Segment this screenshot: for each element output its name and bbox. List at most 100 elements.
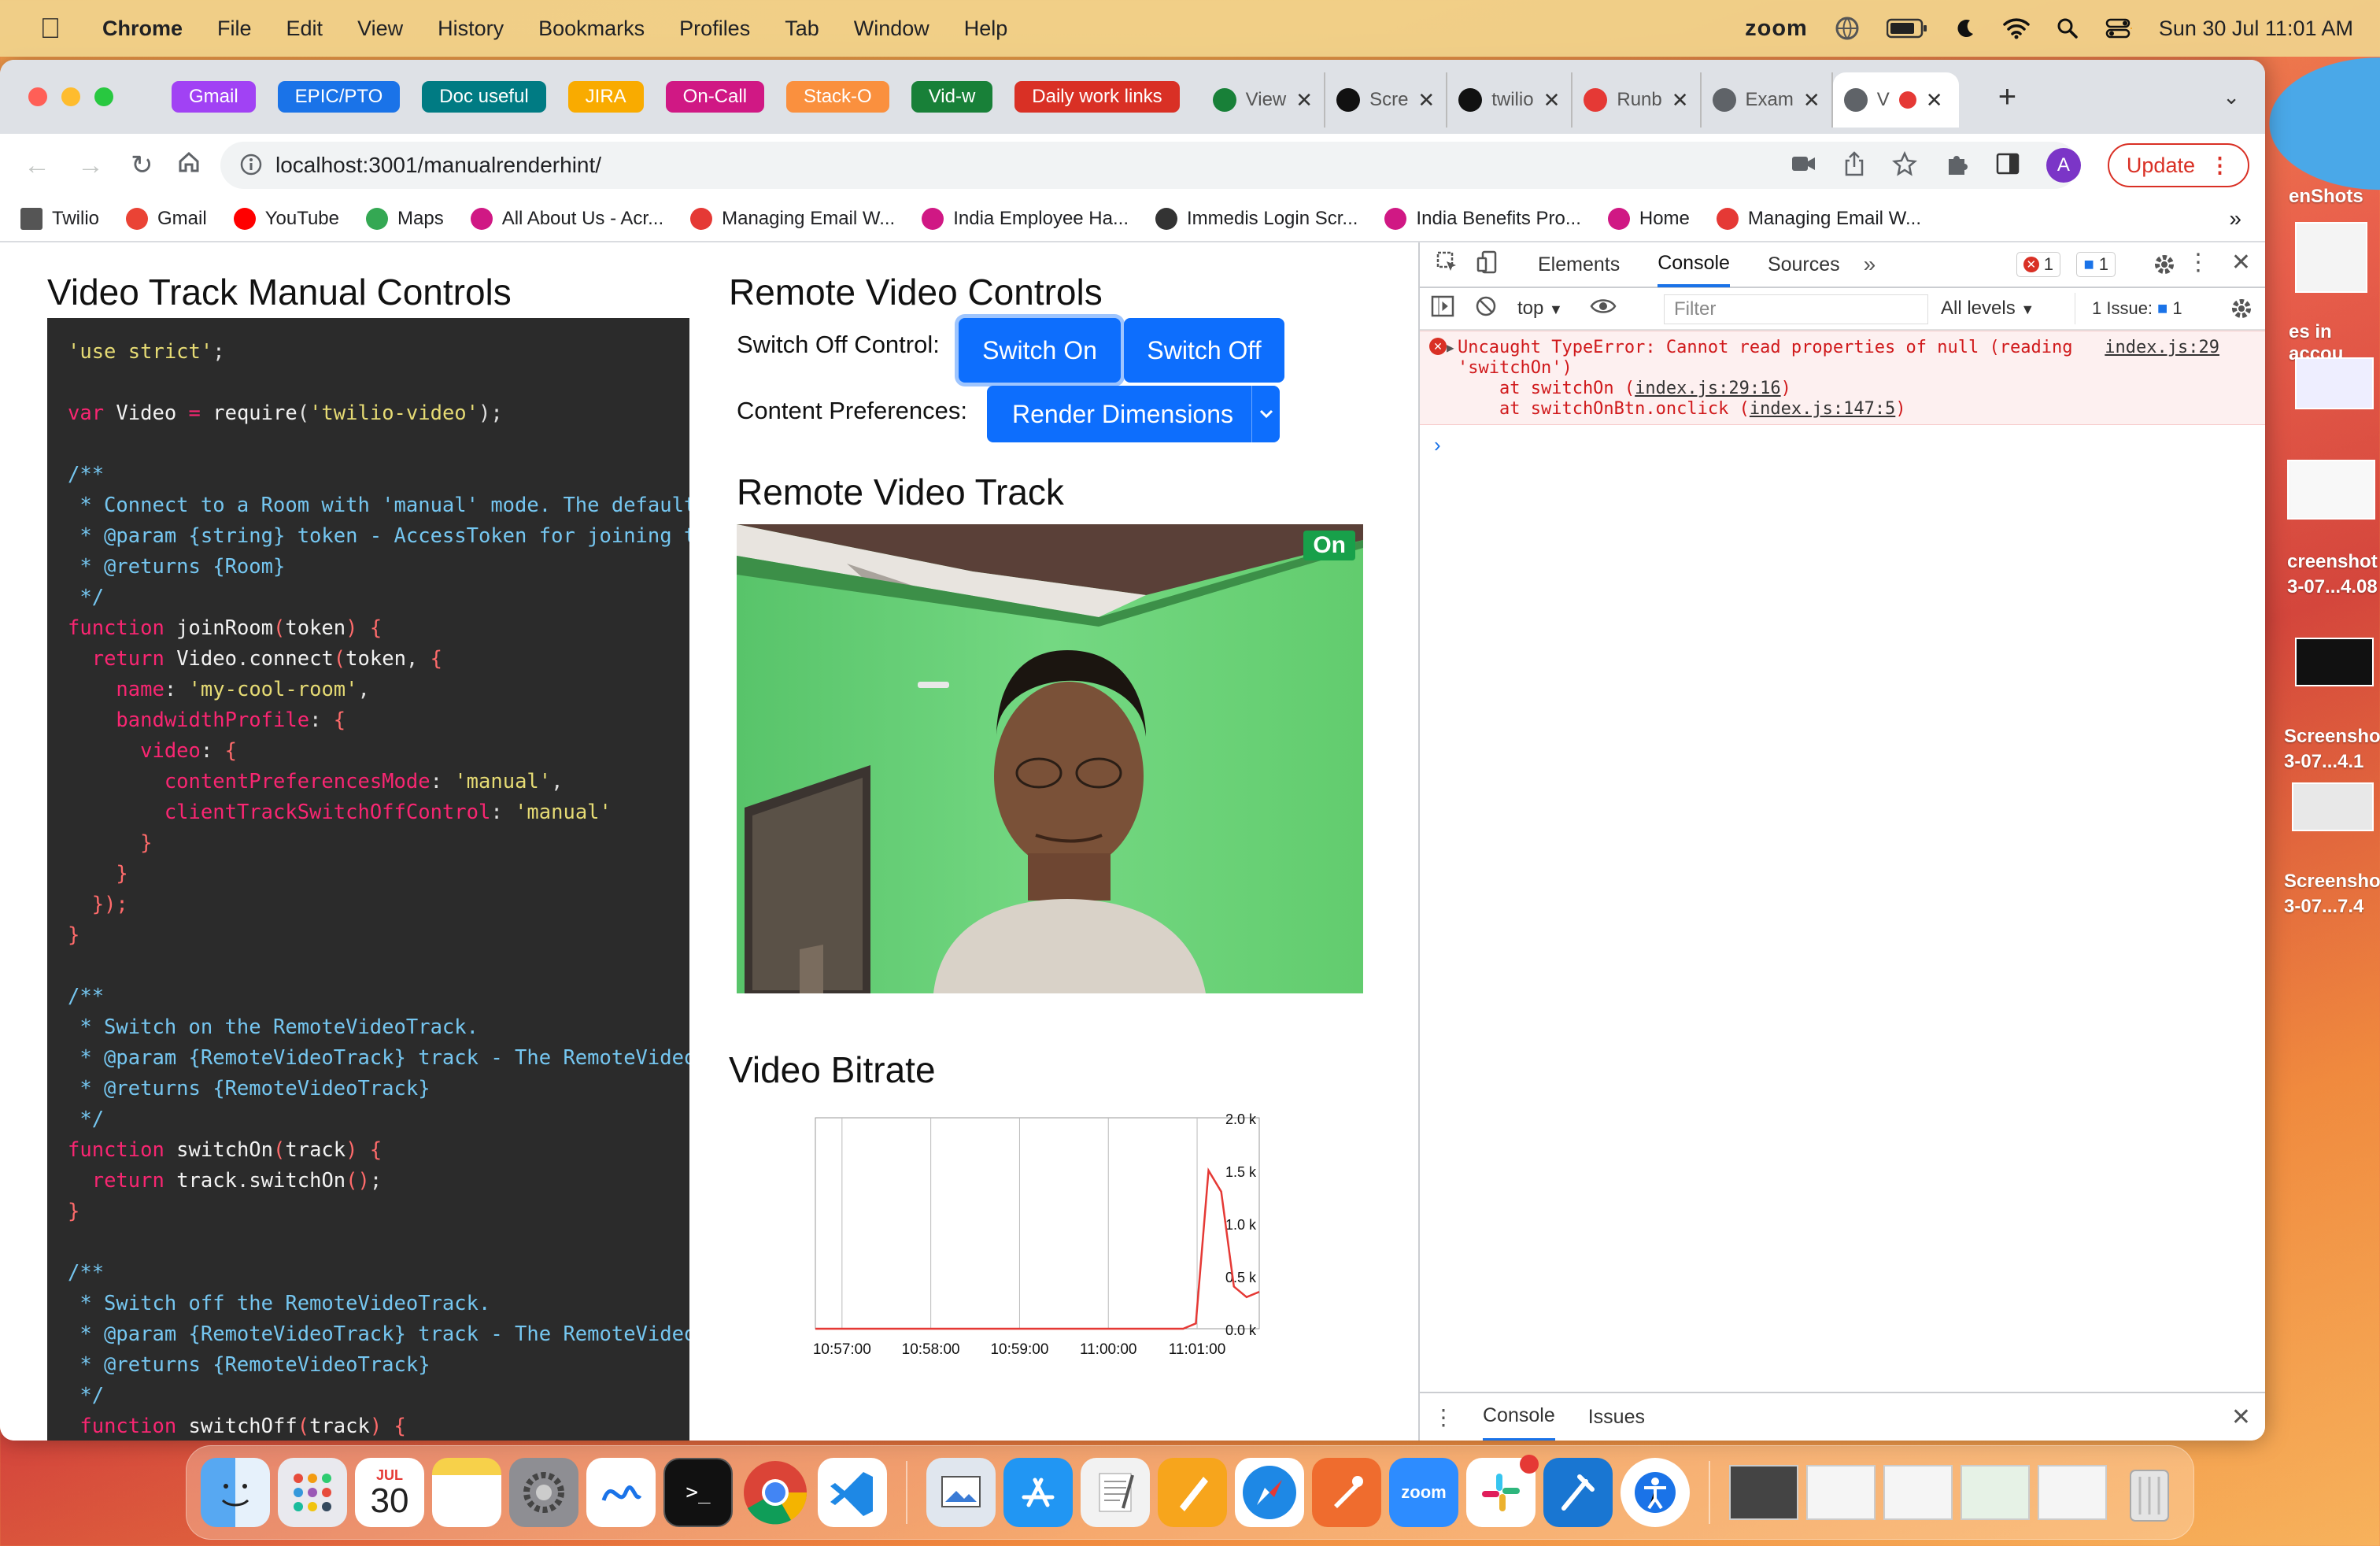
accessibility-app-icon[interactable]	[1621, 1458, 1690, 1527]
launchpad-icon[interactable]	[278, 1458, 347, 1527]
tab-sources[interactable]: Sources	[1768, 242, 1840, 287]
back-arrow-icon[interactable]: ←	[24, 150, 50, 181]
chrome-icon[interactable]	[741, 1458, 810, 1527]
tab-group-on-call[interactable]: On-Call	[665, 81, 765, 113]
clear-console-icon[interactable]	[1475, 295, 1497, 323]
minimized-window-thumbnail[interactable]	[2038, 1465, 2107, 1520]
drawer-tab-issues[interactable]: Issues	[1588, 1406, 1645, 1429]
preview-icon[interactable]	[926, 1458, 996, 1527]
terminal-icon[interactable]: >_	[663, 1458, 733, 1527]
tab-group-daily-work-links[interactable]: Daily work links	[1014, 81, 1180, 113]
tab-search-chevron-icon[interactable]: ⌄	[2223, 85, 2240, 109]
close-devtools-icon[interactable]: ✕	[2231, 249, 2251, 276]
drawer-tab-console[interactable]: Console	[1483, 1393, 1555, 1441]
bookmark-item[interactable]: Maps	[366, 208, 444, 230]
battery-icon[interactable]	[1886, 18, 1927, 39]
globe-status-icon[interactable]	[1835, 16, 1860, 41]
tab-group-stack-o[interactable]: Stack-O	[786, 81, 889, 113]
error-count-badge[interactable]: ✕ 1	[2016, 252, 2060, 277]
desktop-thumbnail[interactable]	[2292, 782, 2374, 831]
trash-icon[interactable]	[2115, 1458, 2184, 1527]
extensions-icon[interactable]	[1944, 151, 1969, 180]
message-count-badge[interactable]: ■ 1	[2076, 252, 2116, 277]
context-select[interactable]: top ▼	[1517, 298, 1563, 320]
drawer-menu-icon[interactable]: ⋮	[1432, 1404, 1454, 1430]
site-info-icon[interactable]	[239, 153, 263, 182]
tab-group-doc-useful[interactable]: Doc useful	[422, 81, 546, 113]
remote-video[interactable]: On	[737, 524, 1363, 993]
console-prompt[interactable]: ›	[1420, 425, 2265, 457]
error-source-link[interactable]: index.js:29	[2105, 338, 2219, 358]
menu-app-name[interactable]: Chrome	[102, 17, 183, 41]
zoom-status-icon[interactable]: zoom	[1745, 16, 1808, 42]
apple-icon[interactable]: 	[30, 12, 71, 44]
close-tab-icon[interactable]: ✕	[1295, 88, 1313, 113]
kebab-menu-icon[interactable]: ⋮	[2186, 249, 2210, 276]
stack-frame-link[interactable]: index.js:147:5	[1750, 399, 1895, 419]
textedit-icon[interactable]	[1081, 1458, 1150, 1527]
url-text[interactable]: localhost:3001/manualrenderhint/	[275, 153, 601, 178]
home-icon[interactable]	[177, 150, 201, 181]
desktop-label[interactable]: 3-07...4.08	[2287, 576, 2378, 598]
zoom-window-button[interactable]	[94, 87, 113, 106]
system-settings-gear-icon[interactable]	[509, 1458, 578, 1527]
side-panel-icon[interactable]	[1996, 152, 2020, 179]
close-window-button[interactable]	[28, 87, 47, 106]
vscode-icon[interactable]	[818, 1458, 887, 1527]
switch-off-button[interactable]: Switch Off	[1124, 318, 1284, 383]
console-error-message[interactable]: ✕ ▶ Uncaught TypeError: Cannot read prop…	[1420, 331, 2265, 425]
zoom-app-icon[interactable]: zoom	[1389, 1458, 1458, 1527]
close-tab-icon[interactable]: ✕	[1803, 88, 1820, 113]
menu-help[interactable]: Help	[964, 17, 1008, 41]
bookmark-item[interactable]: Immedis Login Scr...	[1155, 208, 1358, 230]
update-button[interactable]: Update ⋮	[2107, 143, 2249, 187]
app-store-icon[interactable]	[1003, 1458, 1073, 1527]
desktop-label[interactable]: Screensho	[2284, 871, 2380, 893]
minimized-window-thumbnail[interactable]	[1806, 1465, 1876, 1520]
tab-group-gmail[interactable]: Gmail	[172, 81, 256, 113]
menu-view[interactable]: View	[357, 17, 403, 41]
reload-icon[interactable]: ↻	[131, 150, 153, 181]
calendar-icon[interactable]: JUL 30	[355, 1458, 424, 1527]
bookmark-item[interactable]: Managing Email W...	[1716, 208, 1921, 230]
menu-file[interactable]: File	[217, 17, 252, 41]
close-tab-icon[interactable]: ✕	[1672, 88, 1689, 113]
tab-active[interactable]: V ✕	[1832, 72, 1959, 128]
settings-gear-icon[interactable]	[2152, 252, 2177, 283]
desktop-label[interactable]: 3-07...4.1	[2284, 751, 2363, 773]
menu-edit[interactable]: Edit	[286, 17, 323, 41]
camera-in-use-icon[interactable]	[1791, 153, 1816, 178]
desktop-label[interactable]: creenshot	[2287, 551, 2378, 573]
bookmark-item[interactable]: Managing Email W...	[690, 208, 895, 230]
tab-page[interactable]: Scre ✕	[1325, 72, 1448, 128]
inspect-element-icon[interactable]	[1436, 250, 1459, 279]
profile-avatar[interactable]: A	[2046, 148, 2081, 183]
minimized-window-thumbnail[interactable]	[1961, 1465, 2030, 1520]
device-toolbar-icon[interactable]	[1476, 250, 1500, 279]
slack-icon[interactable]	[1466, 1455, 1539, 1527]
close-drawer-icon[interactable]: ✕	[2231, 1404, 2251, 1431]
bookmark-item[interactable]: Gmail	[126, 208, 207, 230]
bookmark-item[interactable]: Twilio	[20, 208, 99, 230]
bookmark-item[interactable]: India Employee Ha...	[922, 208, 1129, 230]
live-expression-eye-icon[interactable]	[1590, 297, 1617, 321]
close-tab-icon[interactable]: ✕	[1417, 88, 1435, 113]
xcode-hammer-icon[interactable]	[1543, 1458, 1613, 1527]
expand-triangle-icon[interactable]: ▶	[1447, 338, 1454, 358]
desktop-label[interactable]: Screensho	[2284, 726, 2380, 748]
bookmark-item[interactable]: India Benefits Pro...	[1384, 208, 1581, 230]
new-tab-icon[interactable]: +	[1998, 80, 2016, 115]
desktop-thumbnail[interactable]	[2295, 357, 2374, 409]
stack-frame-link[interactable]: index.js:29:16	[1635, 379, 1780, 398]
share-icon[interactable]	[1843, 150, 1865, 180]
console-filter-input[interactable]: Filter	[1664, 294, 1928, 324]
tab-group-vid-w[interactable]: Vid-w	[911, 81, 993, 113]
menu-history[interactable]: History	[438, 17, 504, 41]
menubar-datetime[interactable]: Sun 30 Jul 11:01 AM	[2159, 17, 2353, 41]
render-dimensions-select[interactable]: Render Dimensions	[987, 386, 1280, 442]
menu-profiles[interactable]: Profiles	[679, 17, 750, 41]
log-levels-select[interactable]: All levels ▼	[1941, 298, 2034, 320]
minimize-window-button[interactable]	[61, 87, 80, 106]
menu-bookmarks[interactable]: Bookmarks	[538, 17, 645, 41]
close-tab-icon[interactable]: ✕	[1543, 88, 1561, 113]
